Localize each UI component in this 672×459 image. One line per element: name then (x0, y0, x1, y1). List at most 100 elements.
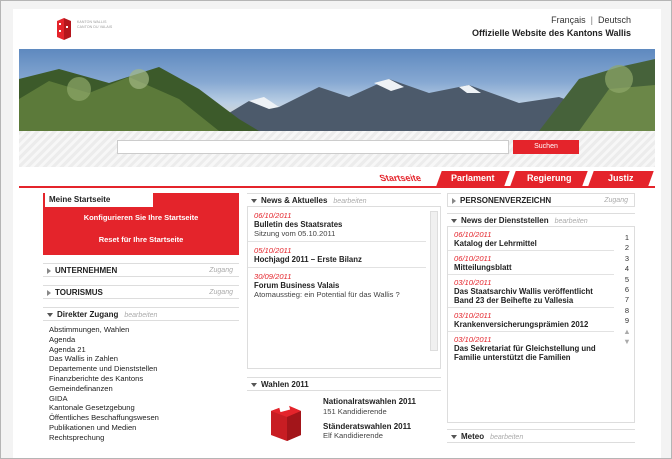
site-title: Offizielle Website des Kantons Wallis (471, 28, 631, 38)
news-item[interactable]: 03/10/2011 Das Sekretariat für Gleichste… (448, 332, 614, 364)
news-title: Katalog der Lehrmittel (454, 239, 537, 248)
page-link[interactable]: 8 (622, 306, 632, 316)
news-item[interactable]: 05/10/2011 Hochjagd 2011 – Erste Bilanz (248, 242, 426, 268)
scroll-down-icon[interactable]: ▼ (622, 337, 632, 347)
arrow-down-icon (251, 382, 257, 387)
news-title: Bulletin des Staatsrates (254, 220, 343, 229)
list-item[interactable]: Das Wallis in Zahlen (49, 354, 239, 364)
browser-frame: KANTON WALLIS CANTON DU VALAIS Français |… (0, 0, 672, 459)
zugang-link[interactable]: Zugang (604, 194, 628, 208)
list-item[interactable]: Agenda 21 (49, 345, 239, 355)
wahlen-item-title[interactable]: Nationalratswahlen 2011 (323, 397, 433, 407)
page-link[interactable]: 5 (622, 275, 632, 285)
page: KANTON WALLIS CANTON DU VALAIS Français |… (13, 9, 661, 458)
news-title: Mitteilungsblatt (454, 263, 512, 272)
news-item[interactable]: 06/10/2011 Bulletin des Staatsrates Sitz… (248, 207, 426, 242)
reset-startpage-link[interactable]: Reset für Ihre Startseite (43, 229, 239, 251)
direkter-zugang-header: Direkter Zugang bearbeiten (43, 307, 239, 321)
personenverzeichnis-box[interactable]: PERSONENVERZEICHN Zugang (447, 193, 635, 207)
news-item[interactable]: 06/10/2011 Mitteilungsblatt (448, 251, 614, 275)
logo-text: KANTON WALLIS CANTON DU VALAIS (77, 20, 113, 29)
lang-fr-link[interactable]: Français (551, 15, 586, 25)
news-title: Krankenversicherungsprämien 2012 (454, 320, 589, 329)
news-title: Hochjagd 2011 – Erste Bilanz (254, 255, 362, 264)
page-link[interactable]: 1 (622, 233, 632, 243)
news-date: 06/10/2011 (254, 211, 292, 220)
page-link[interactable]: 3 (622, 254, 632, 264)
tab-justiz[interactable]: Justiz (588, 171, 654, 186)
page-link[interactable]: 9 (622, 316, 632, 326)
banner-image (19, 49, 655, 131)
wahlen-item-count: Elf Kandidierende (323, 431, 383, 440)
search-input[interactable] (117, 140, 509, 154)
wahlen-list: Nationalratswahlen 2011 151 Kandidierend… (323, 397, 433, 446)
arrow-down-icon (251, 198, 257, 203)
language-switcher: Français | Deutsch (551, 15, 631, 25)
canton-logo[interactable]: KANTON WALLIS CANTON DU VALAIS (55, 17, 115, 41)
list-item[interactable]: Kantonale Gesetzgebung (49, 403, 239, 413)
news-item[interactable]: 06/10/2011 Katalog der Lehrmittel (448, 227, 614, 251)
news-date: 03/10/2011 (454, 278, 492, 287)
page-link[interactable]: 6 (622, 285, 632, 295)
news-title: Forum Business Valais (254, 281, 340, 290)
search-button[interactable]: Suchen (513, 140, 579, 154)
page-link[interactable]: 7 (622, 295, 632, 305)
right-column: PERSONENVERZEICHN Zugang News der Dienst… (447, 193, 635, 443)
main-tabs: Startseite Parlament Regierung Justiz (19, 169, 655, 188)
page-link[interactable]: 4 (622, 264, 632, 274)
wahlen-header: Wahlen 2011 (247, 377, 441, 391)
page-link[interactable]: 2 (622, 243, 632, 253)
news-title: News & Aktuelles (261, 196, 328, 205)
unternehmen-box[interactable]: UNTERNEHMEN Zugang (43, 263, 239, 277)
middle-column: News & Aktuelles bearbeiten 06/10/2011 Bu… (247, 193, 441, 458)
tab-parlament[interactable]: Parlament (436, 171, 510, 186)
arrow-right-icon (47, 267, 51, 274)
dienststellen-title: News der Dienststellen (461, 216, 549, 225)
direkter-zugang-title: Direkter Zugang (57, 310, 119, 319)
list-item[interactable]: GIDA (49, 394, 239, 404)
edit-link[interactable]: bearbeiten (490, 431, 523, 445)
ballot-box-icon (271, 401, 301, 441)
list-item[interactable]: Agenda (49, 335, 239, 345)
tourismus-label: TOURISMUS (55, 288, 103, 297)
list-item[interactable]: Publikationen und Medien (49, 423, 239, 433)
edit-link[interactable]: bearbeiten (124, 309, 157, 323)
news-item[interactable]: 30/09/2011 Forum Business Valais Atomaus… (248, 268, 426, 302)
meteo-title: Meteo (461, 432, 485, 441)
list-item[interactable]: Gemeindefinanzen (49, 384, 239, 394)
wahlen-item-count: 151 Kandidierende (323, 406, 387, 416)
news-date: 30/09/2011 (254, 272, 292, 281)
direkter-zugang-list: Abstimmungen, Wahlen Agenda Agenda 21 Da… (43, 321, 239, 443)
tourismus-box[interactable]: TOURISMUS Zugang (43, 285, 239, 299)
arrow-right-icon (47, 289, 51, 296)
tab-label: Startseite (378, 173, 424, 183)
news-date: 03/10/2011 (454, 335, 492, 344)
list-item[interactable]: Rechtsprechung (49, 433, 239, 443)
meine-startseite-title: Meine Startseite (43, 193, 153, 207)
arrow-down-icon (47, 312, 53, 317)
personenverzeichnis-label: PERSONENVERZEICHN (460, 196, 552, 205)
zugang-link[interactable]: Zugang (209, 286, 233, 300)
tab-startseite[interactable]: Startseite (373, 171, 429, 186)
lang-de-link[interactable]: Deutsch (598, 15, 631, 25)
news-scrollbar[interactable] (430, 211, 438, 351)
list-item[interactable]: Finanzberichte des Kantons (49, 374, 239, 384)
list-item[interactable]: Departemente und Dienststellen (49, 364, 239, 374)
scroll-up-icon[interactable]: ▲ (622, 327, 632, 337)
news-item[interactable]: 03/10/2011 Krankenversicherungsprämien 2… (448, 308, 614, 332)
list-item[interactable]: Abstimmungen, Wahlen (49, 325, 239, 335)
search-bar: Suchen (19, 131, 655, 167)
list-item[interactable]: Öffentliches Beschaffungswesen (49, 413, 239, 423)
zugang-link[interactable]: Zugang (209, 264, 233, 278)
tab-label: Parlament (451, 173, 495, 183)
wahlen-title: Wahlen 2011 (261, 380, 309, 389)
news-item[interactable]: 03/10/2011 Das Staatsarchiv Wallis veröf… (448, 275, 614, 308)
configure-startpage-link[interactable]: Konfigurieren Sie Ihre Startseite (43, 207, 239, 229)
arrow-right-icon (452, 197, 456, 204)
meteo-header: Meteo bearbeiten (447, 429, 635, 443)
wahlen-item-title[interactable]: Ständeratswahlen 2011 (323, 422, 433, 432)
news-date: 06/10/2011 (454, 254, 492, 263)
news-title: Das Staatsarchiv Wallis veröffentlicht B… (454, 287, 593, 305)
tab-regierung[interactable]: Regierung (510, 171, 588, 186)
meine-startseite-box: Meine Startseite Konfigurieren Sie Ihre … (43, 193, 239, 255)
